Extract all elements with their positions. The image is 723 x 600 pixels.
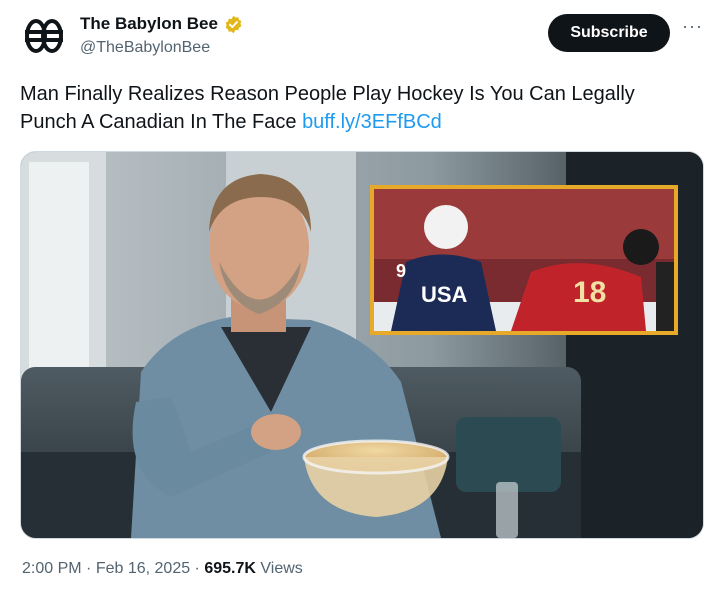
post-date[interactable]: Feb 16, 2025 bbox=[96, 560, 190, 577]
display-name[interactable]: The Babylon Bee bbox=[80, 14, 218, 34]
post-text: Man Finally Realizes Reason People Play … bbox=[20, 80, 680, 136]
inset-red-helmet bbox=[623, 229, 659, 265]
inset-blue-number: 9 bbox=[396, 261, 406, 281]
post-link[interactable]: buff.ly/3EFfBCd bbox=[302, 111, 442, 133]
babylon-bee-logo-icon bbox=[25, 19, 63, 53]
views-label: Views bbox=[260, 560, 303, 577]
more-options-icon[interactable]: ··· bbox=[682, 16, 702, 36]
inset-hockey-image: USA 9 18 bbox=[370, 185, 678, 335]
inset-referee bbox=[656, 262, 674, 331]
views-count: 695.7K bbox=[204, 560, 256, 577]
window-pane-left bbox=[29, 162, 89, 382]
post-time[interactable]: 2:00 PM bbox=[22, 560, 82, 577]
inset-blue-helmet bbox=[424, 205, 468, 249]
post: The Babylon Bee @TheBabylonBee Subscribe… bbox=[0, 0, 723, 600]
inset-red-number: 18 bbox=[573, 276, 606, 309]
glass-bottle bbox=[496, 482, 518, 538]
post-media-image[interactable]: USA 9 18 bbox=[20, 151, 704, 539]
meta-separator: · bbox=[190, 560, 205, 577]
verified-badge-icon bbox=[224, 15, 243, 34]
avatar[interactable] bbox=[22, 14, 66, 58]
meta-separator: · bbox=[81, 560, 96, 577]
account-handle[interactable]: @TheBabylonBee bbox=[80, 39, 210, 57]
inset-blue-jersey-text: USA bbox=[421, 282, 468, 307]
throw-pillow bbox=[456, 417, 561, 492]
name-row: The Babylon Bee bbox=[80, 14, 243, 34]
subscribe-button[interactable]: Subscribe bbox=[548, 14, 670, 52]
man-hand-popcorn bbox=[251, 414, 301, 450]
post-meta: 2:00 PM · Feb 16, 2025 · 695.7K Views bbox=[22, 560, 303, 578]
